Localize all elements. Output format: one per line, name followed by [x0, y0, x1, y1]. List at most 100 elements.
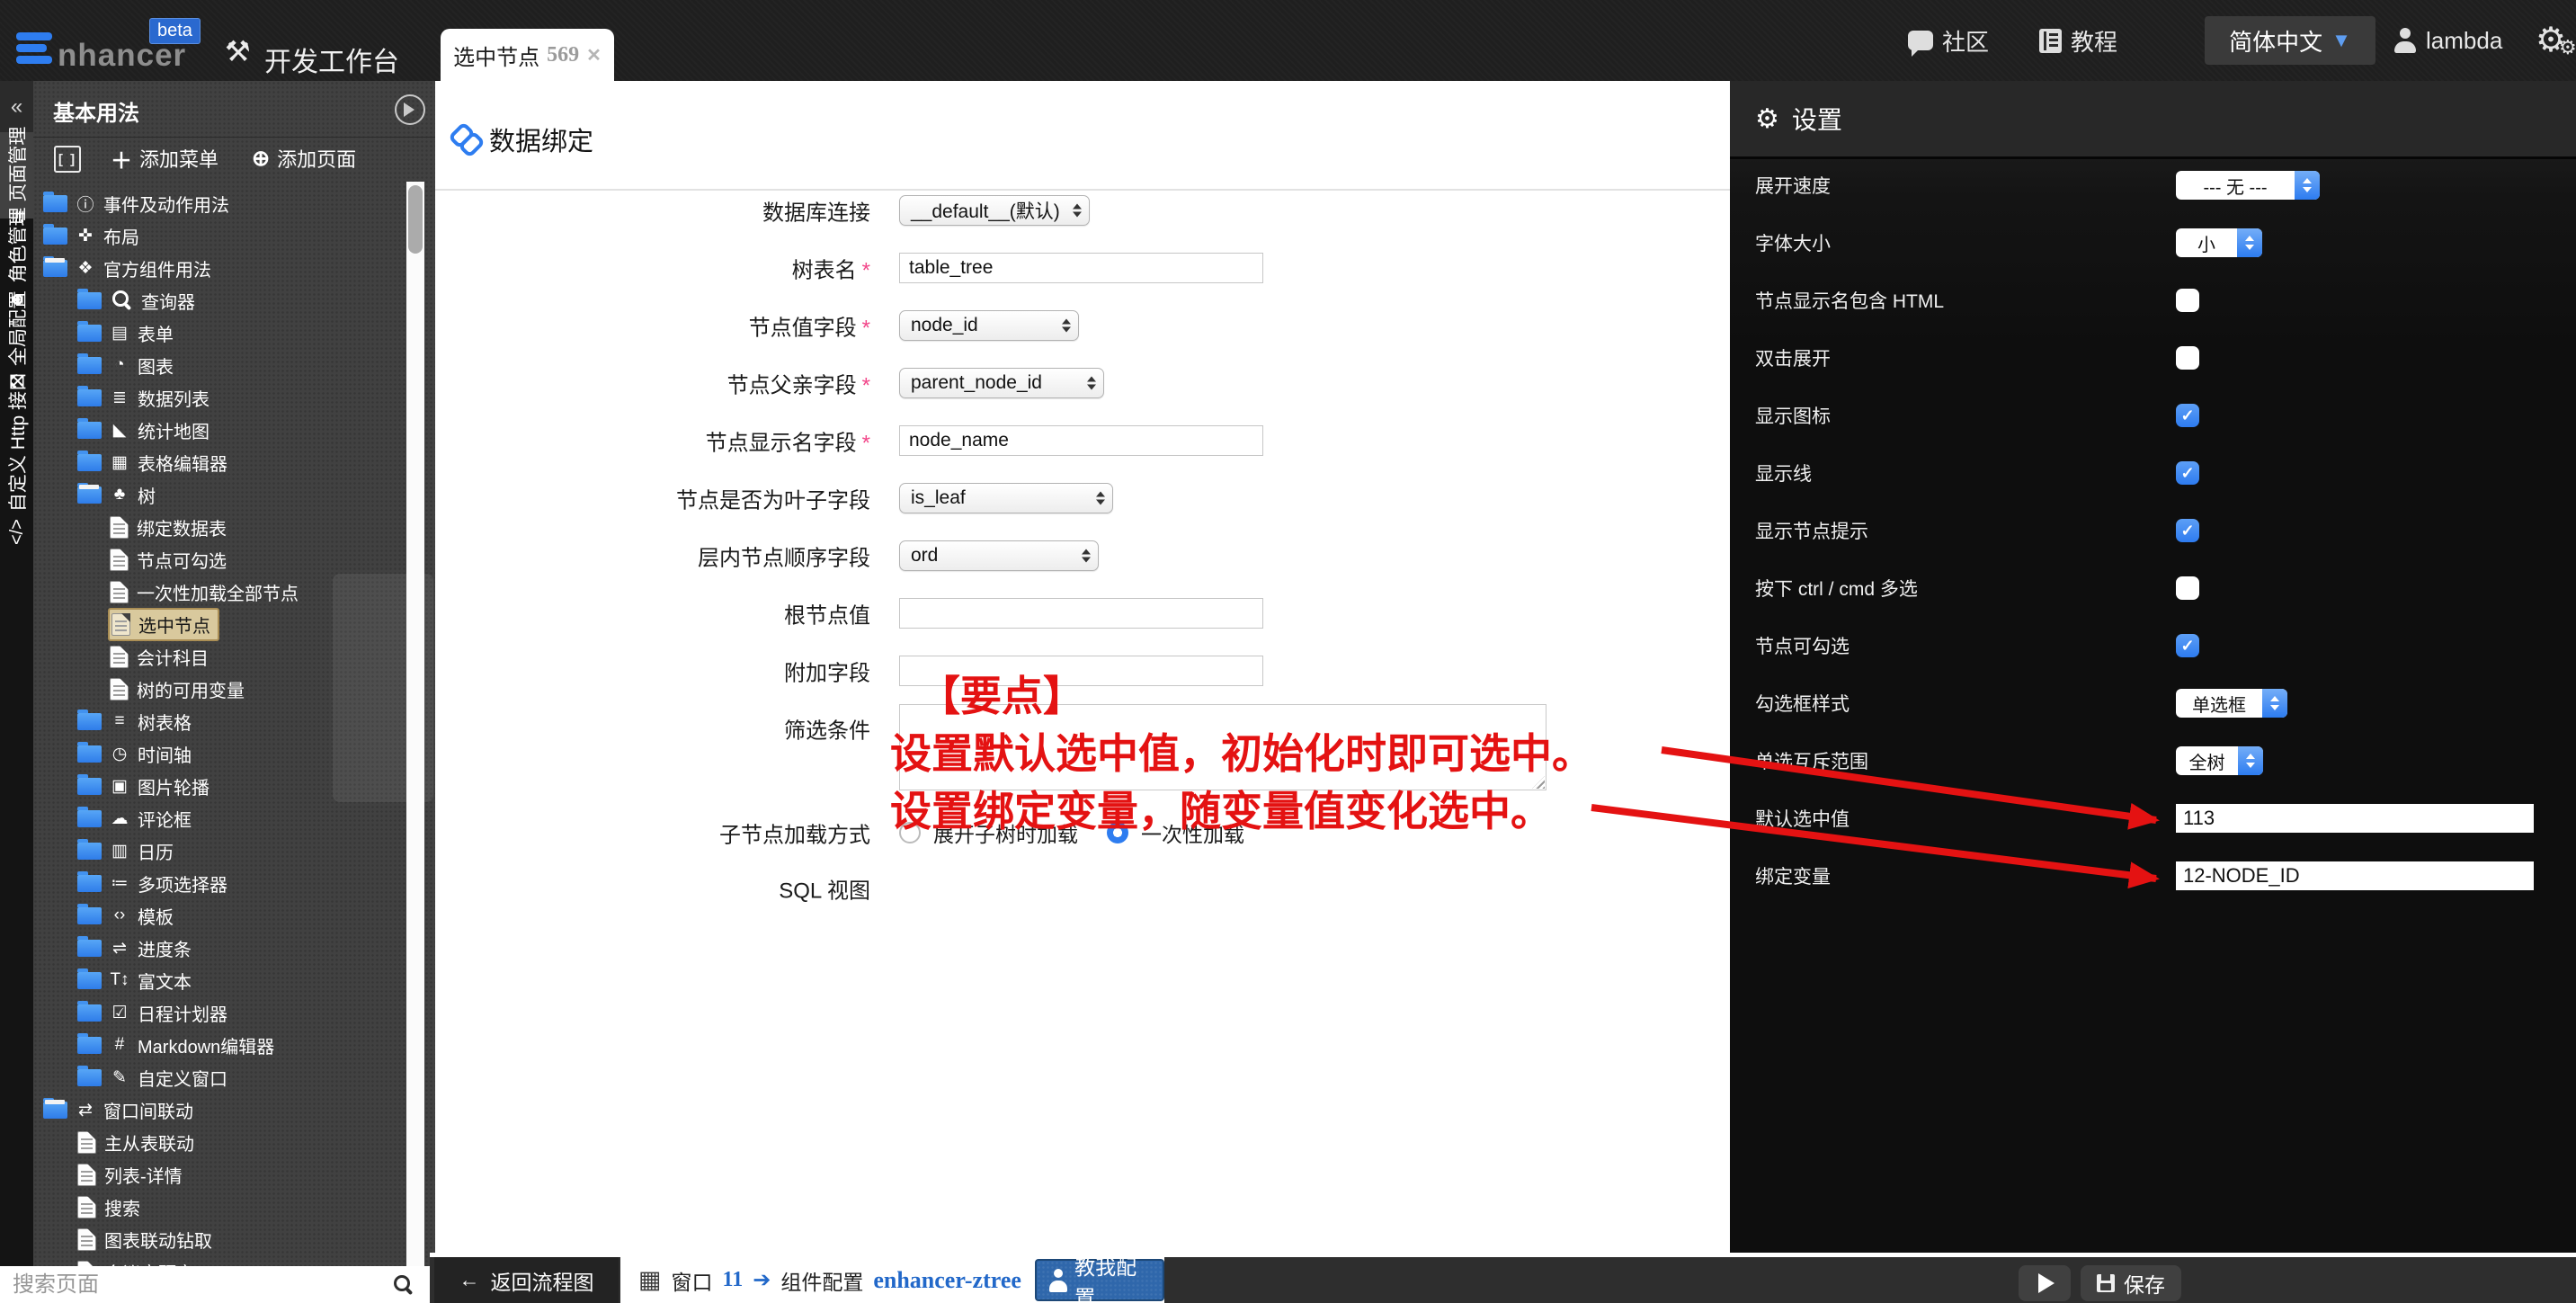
folder-icon	[77, 450, 102, 471]
search-icon[interactable]	[394, 1274, 410, 1291]
collapse-sidebar-button[interactable]: «	[0, 81, 33, 132]
arrow-left-icon: ←	[459, 1268, 480, 1291]
markdown-icon: #	[114, 1035, 125, 1054]
checkable-checkbox[interactable]	[2176, 634, 2199, 657]
tree-item[interactable]: ≣ 数据列表	[33, 381, 435, 414]
nav-custom-http-api[interactable]: </> 自定义 Http 接口	[0, 372, 33, 545]
sidebar-scrollbar[interactable]	[406, 182, 424, 1303]
tree-item[interactable]: 节点可勾选	[33, 543, 435, 576]
tree-item[interactable]: ⓘ 事件及动作用法	[33, 187, 435, 219]
tree-item[interactable]: 主从表联动	[33, 1126, 435, 1158]
folder-icon	[77, 1000, 102, 1022]
tree-item[interactable]: 搜索	[33, 1191, 435, 1223]
bound-variable-input[interactable]	[2176, 861, 2534, 890]
setting-checkable: 节点可勾选	[1755, 629, 2554, 662]
search-input[interactable]	[0, 1272, 391, 1298]
font-size-select[interactable]: 小	[2176, 228, 2262, 257]
tree-item[interactable]: ▥ 日历	[33, 834, 435, 867]
settings-gears-button[interactable]: ⚙ ⚙	[2536, 20, 2576, 60]
radio-scope-select[interactable]: 全树	[2176, 746, 2263, 775]
tree-item[interactable]: ▣ 图片轮播	[33, 770, 435, 802]
gear-icon: ⚙	[1755, 103, 1779, 134]
select-stepper-icon	[2262, 689, 2287, 718]
bottom-bar: ← 返回流程图 ▦ 窗口 11 ➔ 组件配置 enhancer-ztree 教我…	[430, 1253, 2576, 1303]
tree-item[interactable]: ❖ 官方组件用法	[33, 252, 435, 284]
db-connection-select[interactable]: __default__(默认)	[899, 195, 1090, 226]
tab-close-icon[interactable]: ✕	[586, 44, 602, 67]
document-icon	[110, 645, 129, 668]
show-lines-checkbox[interactable]	[2176, 461, 2199, 485]
tab-selected-node[interactable]: 选中节点 569 ✕	[441, 29, 614, 81]
tree-item[interactable]: ☁ 评论框	[33, 802, 435, 834]
parent-node-select[interactable]: parent_node_id	[899, 368, 1104, 398]
node-name-input[interactable]	[899, 425, 1263, 456]
add-menu-button[interactable]: ＋添加菜单	[111, 146, 218, 174]
tree-item[interactable]: T↕ 富文本	[33, 964, 435, 996]
select-stepper-icon	[2295, 171, 2320, 200]
tree-item[interactable]: ✎ 自定义窗口	[33, 1061, 435, 1093]
tree-item[interactable]: ⇄ 窗口间联动	[33, 1093, 435, 1126]
tutorials-link[interactable]: 教程	[2039, 0, 2117, 81]
tree-item[interactable]: ◷ 时间轴	[33, 737, 435, 770]
checkbox-style-select[interactable]: 单选框	[2176, 689, 2287, 718]
teach-me-button[interactable]: 教我配置	[1034, 1255, 1164, 1303]
open-folder-icon	[43, 255, 67, 277]
expand-all-icon[interactable]: [ ]	[54, 146, 81, 173]
tree-item[interactable]: 列表-详情	[33, 1158, 435, 1191]
tree-item[interactable]: 一次性加载全部节点	[33, 576, 435, 608]
root-value-input[interactable]	[899, 598, 1263, 629]
folder-icon	[43, 223, 67, 245]
tree-item[interactable]: # Markdown编辑器	[33, 1029, 435, 1061]
expand-speed-select[interactable]: --- 无 ---	[2176, 171, 2320, 200]
select-arrows-icon	[1082, 549, 1091, 563]
nav-global-config[interactable]: ⚒ 全局配置	[0, 290, 33, 389]
tree-item[interactable]: ⇌ 进度条	[33, 932, 435, 964]
tree-item[interactable]: ☑ 日程计划器	[33, 996, 435, 1029]
tree-item[interactable]: 图表联动钻取	[33, 1223, 435, 1255]
settings-header: ⚙ 设置	[1730, 81, 2576, 159]
tree-item[interactable]: ≔ 多项选择器	[33, 867, 435, 899]
setting-show-lines: 显示线	[1755, 457, 2554, 489]
order-select[interactable]: ord	[899, 540, 1099, 571]
tree-item[interactable]: ♣ 树	[33, 478, 435, 511]
run-preview-button[interactable]	[395, 94, 425, 125]
tree-table-input[interactable]	[899, 253, 1263, 283]
component-link[interactable]: enhancer-ztree	[873, 1267, 1021, 1294]
tree-item[interactable]: 绑定数据表	[33, 511, 435, 543]
tree-item[interactable]: 查询器	[33, 284, 435, 317]
ctrl-multiselect-checkbox[interactable]	[2176, 576, 2199, 600]
community-link[interactable]: 社区	[1908, 0, 1989, 81]
user-menu[interactable]: lambda	[2393, 0, 2502, 81]
add-page-button[interactable]: ⊕ 添加页面	[252, 146, 356, 172]
back-to-flow-button[interactable]: ← 返回流程图	[434, 1257, 619, 1303]
nav-role-management[interactable]: ☻ 角色管理	[0, 207, 33, 308]
window-number-link[interactable]: 11	[723, 1268, 744, 1292]
tree-item-selected[interactable]: 选中节点	[33, 607, 435, 641]
default-selected-input[interactable]	[2176, 804, 2534, 833]
run-button[interactable]	[2019, 1265, 2071, 1301]
dblclick-expand-checkbox[interactable]	[2176, 346, 2199, 370]
tree-item[interactable]: ▦ 表格编辑器	[33, 446, 435, 478]
node-value-select[interactable]: node_id	[899, 310, 1079, 341]
tree-item[interactable]: ◣ 统计地图	[33, 414, 435, 446]
tree-item[interactable]: ✜ 布局	[33, 219, 435, 252]
scrollbar-thumb[interactable]	[408, 185, 423, 254]
layout-move-icon: ✜	[78, 226, 93, 245]
tree-item[interactable]: 会计科目	[33, 640, 435, 673]
language-select[interactable]: 简体中文 ▼	[2205, 16, 2375, 65]
tree-item[interactable]: 树的可用变量	[33, 673, 435, 705]
save-button[interactable]: 保存	[2081, 1265, 2181, 1301]
setting-bound-variable: 绑定变量	[1755, 860, 2554, 892]
show-icons-checkbox[interactable]	[2176, 404, 2199, 427]
is-leaf-select[interactable]: is_leaf	[899, 483, 1113, 513]
tree-item[interactable]: ◔ 图表	[33, 349, 435, 381]
tree-item[interactable]: ≡ 树表格	[33, 705, 435, 737]
setting-dblclick-expand: 双击展开	[1755, 342, 2554, 374]
tree-item[interactable]: ▤ 表单	[33, 317, 435, 349]
html-name-checkbox[interactable]	[2176, 289, 2199, 312]
image-carousel-icon: ▣	[111, 776, 128, 796]
tree-item[interactable]: ‹› 模板	[33, 899, 435, 932]
nav-page-management[interactable]: ≣ 页面管理	[0, 127, 33, 224]
show-tooltip-checkbox[interactable]	[2176, 519, 2199, 542]
workspace-title: 开发工作台	[264, 48, 399, 77]
